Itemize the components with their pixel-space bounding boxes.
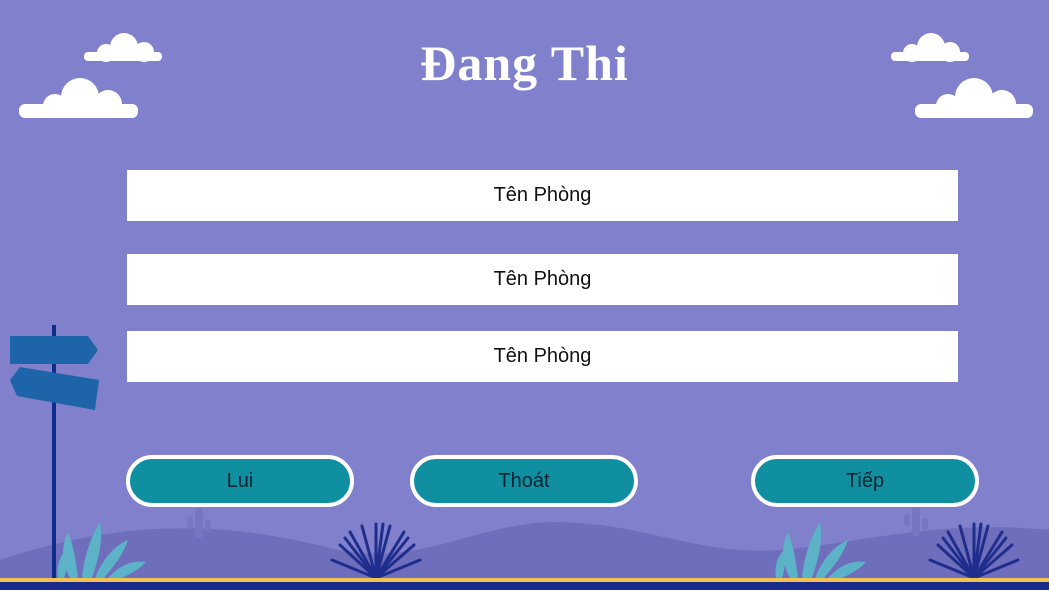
ground-base <box>0 582 1049 590</box>
exit-button[interactable]: Thoát <box>410 455 638 507</box>
ground-line <box>0 578 1049 582</box>
back-button[interactable]: Lui <box>126 455 354 507</box>
room-item[interactable]: Tên Phòng <box>127 170 958 221</box>
next-button[interactable]: Tiếp <box>751 455 979 507</box>
page-title: Đang Thi <box>420 35 629 91</box>
room-item[interactable]: Tên Phòng <box>127 331 958 382</box>
room-item[interactable]: Tên Phòng <box>127 254 958 305</box>
